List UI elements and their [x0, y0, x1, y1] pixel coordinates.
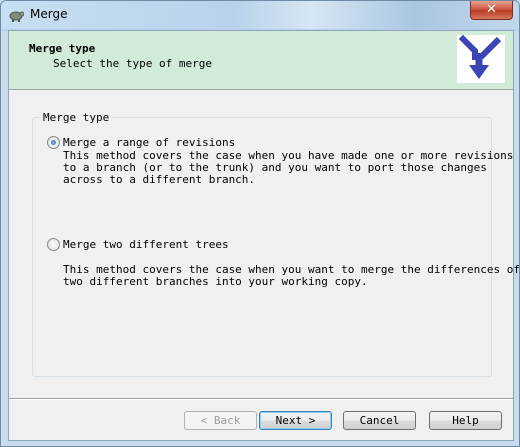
radio-button[interactable]: [47, 238, 60, 251]
dialog-client-area: Merge type Select the type of merge Merg…: [8, 30, 519, 441]
footer-divider: [9, 398, 513, 400]
group-label: Merge type: [40, 111, 113, 124]
next-button[interactable]: Next >: [259, 411, 332, 430]
window-title: Merge: [30, 7, 68, 21]
merge-type-group: Merge type Merge a range of revisions Th…: [32, 111, 519, 377]
option-description: This method covers the case when you wan…: [63, 263, 520, 288]
radio-merge-range[interactable]: Merge a range of revisions: [47, 136, 235, 149]
close-button[interactable]: ✕: [470, 1, 513, 20]
radio-merge-trees[interactable]: Merge two different trees: [47, 238, 229, 251]
radio-label[interactable]: Merge two different trees: [63, 238, 229, 251]
title-bar[interactable]: Merge ✕: [1, 1, 519, 29]
radio-button-checked[interactable]: [47, 136, 60, 149]
merge-arrows-icon: [457, 34, 505, 83]
help-button[interactable]: Help: [429, 411, 502, 430]
wizard-header: Merge type Select the type of merge: [9, 31, 513, 90]
merge-dialog-window: Merge ✕ Merge type Select the type of me…: [0, 0, 520, 447]
page-subtitle: Select the type of merge: [53, 57, 212, 70]
cancel-button[interactable]: Cancel: [343, 411, 416, 430]
close-icon: ✕: [486, 2, 497, 17]
radio-label[interactable]: Merge a range of revisions: [63, 136, 235, 149]
page-title: Merge type: [29, 42, 96, 55]
back-button[interactable]: < Back: [184, 411, 257, 430]
option-description: This method covers the case when you hav…: [63, 149, 514, 186]
tortoise-icon: [8, 7, 25, 23]
